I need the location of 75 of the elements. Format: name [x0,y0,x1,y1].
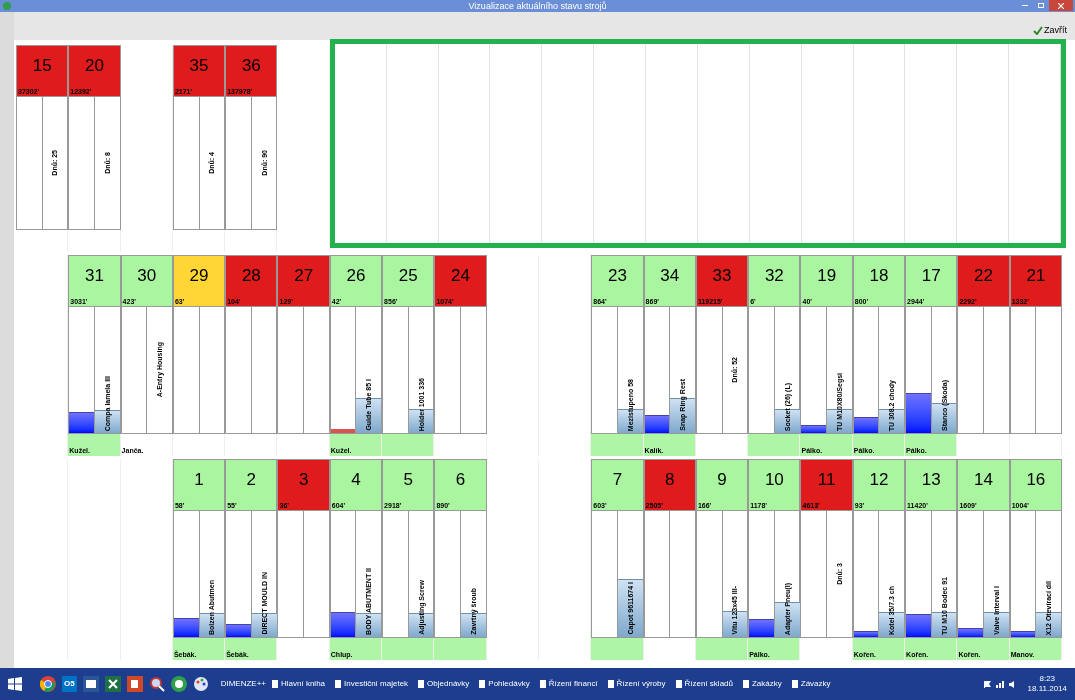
document-icon [743,680,749,688]
machine-number: 31 [84,267,105,284]
machine-number: 27 [293,267,315,284]
machine-number: 32 [763,267,785,284]
machine-number: 33 [711,267,733,284]
machine-number: 21 [1025,267,1047,284]
taskbar-window-button[interactable]: Řízení výroby [607,678,670,690]
clock-date: 18.11.2014 [1027,684,1067,694]
document-icon [791,680,798,688]
taskbar-window-button[interactable]: Řízení skladů [675,678,737,690]
close-icon [1058,2,1064,9]
machine-number: 26 [345,267,367,284]
app-icon [3,2,11,10]
machine-number: 30 [136,267,158,284]
taskbar-window-button[interactable]: Závazky [791,678,835,690]
speaker-icon [1008,680,1016,688]
machine-number: 16 [1025,471,1047,488]
machine-number: 36 [240,57,262,74]
machine-number: 28 [240,267,262,284]
network-icon [995,680,1004,688]
taskbar-window-button[interactable]: Pohledávky [479,678,534,690]
machine-number: 5 [402,471,414,488]
machine-number: 15 [31,57,53,74]
machine-number: 24 [450,267,471,284]
machine-number: 8 [664,471,676,488]
machine-number: 35 [188,57,210,74]
document-icon [607,680,614,688]
taskbar-window-button[interactable]: Zakázky [743,678,786,690]
machine-number: 7 [611,471,624,488]
browser-icon[interactable] [40,676,56,692]
document-icon [272,680,278,688]
taskbar-window-button[interactable]: Objednávky [418,678,474,690]
machine-number: 13 [920,471,942,488]
machine-number: 9 [716,471,728,488]
palette-icon[interactable] [192,676,209,692]
machine-number: 10 [763,471,785,488]
taskbar-window-button[interactable]: Řízení financí [539,678,602,690]
machine-number: 18 [868,267,890,284]
mail-app-button[interactable]: O5 [62,676,77,692]
machine-number: 14 [973,471,994,488]
machine-number: 34 [659,267,681,284]
machine-number: 12 [868,471,890,488]
machine-number: 17 [920,267,942,284]
machine-number: 1 [193,471,205,488]
magnifier-icon[interactable] [148,676,165,692]
presentation-app-icon[interactable] [126,676,143,692]
close-button[interactable] [1049,0,1073,11]
taskbar-group-label: DIMENZE++ [220,678,266,690]
machine-number: 4 [350,471,362,488]
document-app-icon[interactable] [82,676,99,692]
document-icon [675,680,682,688]
clock-time: 8:23 [1039,674,1056,684]
machine-number: 11 [816,471,837,488]
machine-number: 3 [297,471,310,488]
machine-number: 25 [397,267,419,284]
machine-number: 22 [973,267,994,284]
machine-number: 6 [454,471,467,488]
document-icon [335,680,342,688]
flag-icon [983,680,991,688]
spreadsheet-app-icon[interactable] [104,676,121,692]
app-icon[interactable] [170,676,187,692]
machine-number: 20 [84,57,105,74]
machine-number: 23 [607,267,628,284]
close-window-button[interactable]: Zavřít [1033,26,1067,35]
windows-icon[interactable] [8,676,24,692]
document-icon [539,680,546,688]
taskbar-window-button[interactable]: Investiční majetek [335,678,413,690]
check-icon [1033,26,1043,35]
window-title: Vizualizace aktuálního stavu strojů [468,1,607,11]
taskbar-window-button[interactable]: Hlavní kniha [272,678,330,690]
document-icon [418,680,425,688]
machine-number: 19 [816,267,838,284]
machine-number: 2 [245,471,258,488]
document-icon [479,680,486,688]
machine-number: 29 [188,267,210,284]
